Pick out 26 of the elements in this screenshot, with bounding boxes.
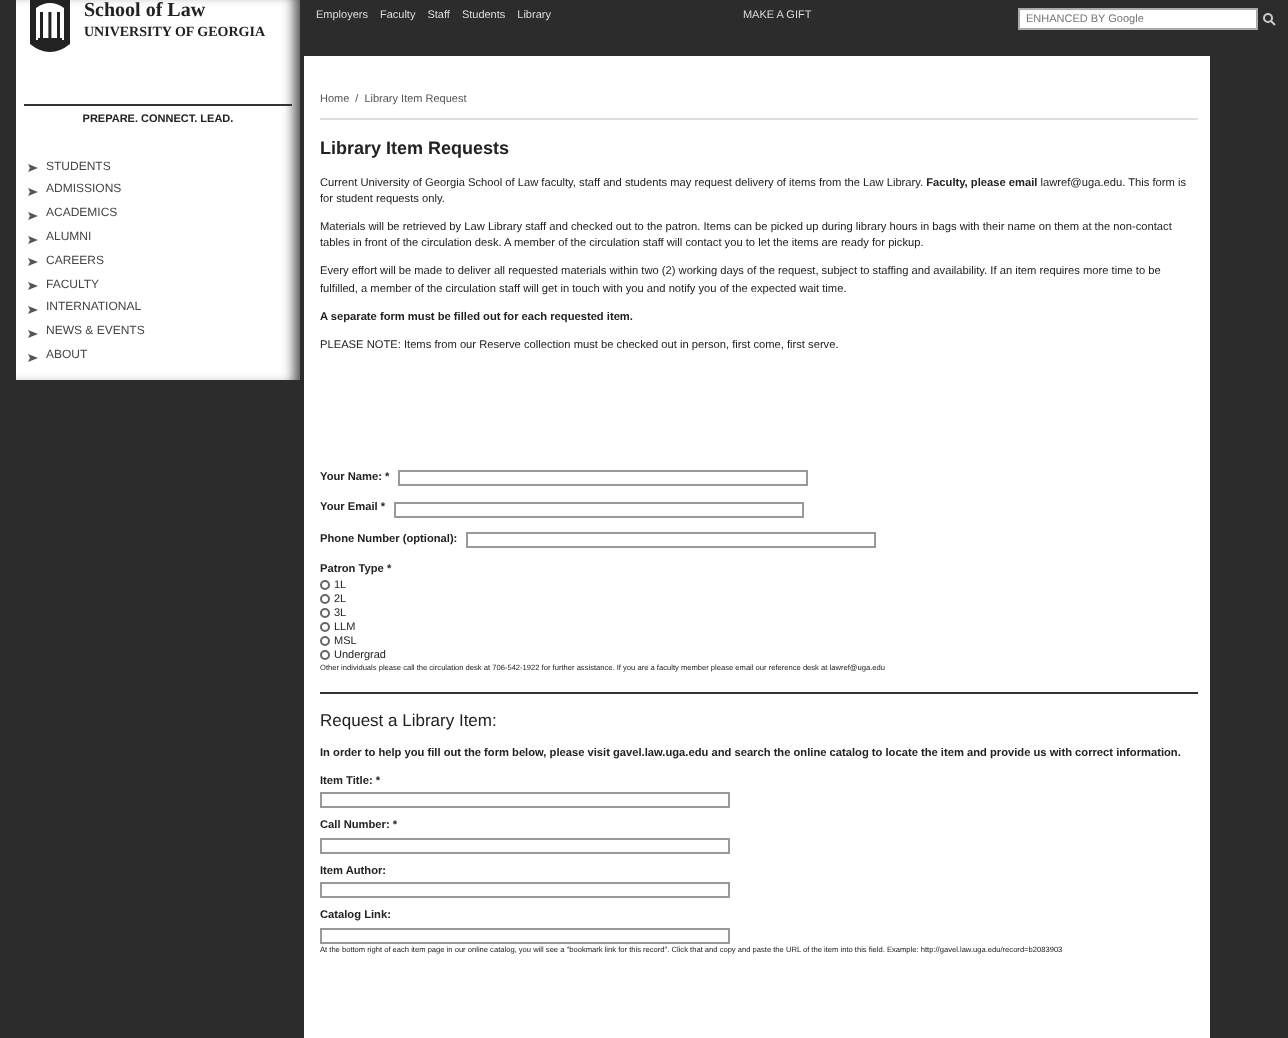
input-field[interactable] <box>320 927 730 944</box>
input-field[interactable] <box>320 792 730 809</box>
arrow-icon <box>28 258 38 267</box>
logo-title: School of Law <box>84 2 208 22</box>
radio-button[interactable] <box>320 608 330 619</box>
section-title: Request a Library Item: <box>320 709 499 730</box>
input-field[interactable] <box>393 501 804 517</box>
arrow-icon <box>28 211 38 220</box>
input-field[interactable] <box>465 531 876 548</box>
page-title: Library Item Requests <box>320 138 512 161</box>
input-field[interactable] <box>397 470 808 487</box>
arrow-icon <box>28 164 38 173</box>
radio-button[interactable] <box>320 580 330 591</box>
search-icon[interactable] <box>1262 12 1276 26</box>
radio-button[interactable] <box>320 622 330 633</box>
arrow-icon <box>28 329 38 338</box>
input-field[interactable] <box>320 837 730 854</box>
radio-button[interactable] <box>320 650 330 661</box>
input-field[interactable] <box>320 882 730 899</box>
arrow-icon <box>28 235 38 244</box>
arrow-icon <box>28 282 38 291</box>
radio-button[interactable] <box>320 594 330 605</box>
arrow-icon <box>28 187 38 196</box>
radio-button[interactable] <box>320 636 330 647</box>
arrow-icon <box>28 305 38 314</box>
arrow-icon <box>28 353 38 362</box>
